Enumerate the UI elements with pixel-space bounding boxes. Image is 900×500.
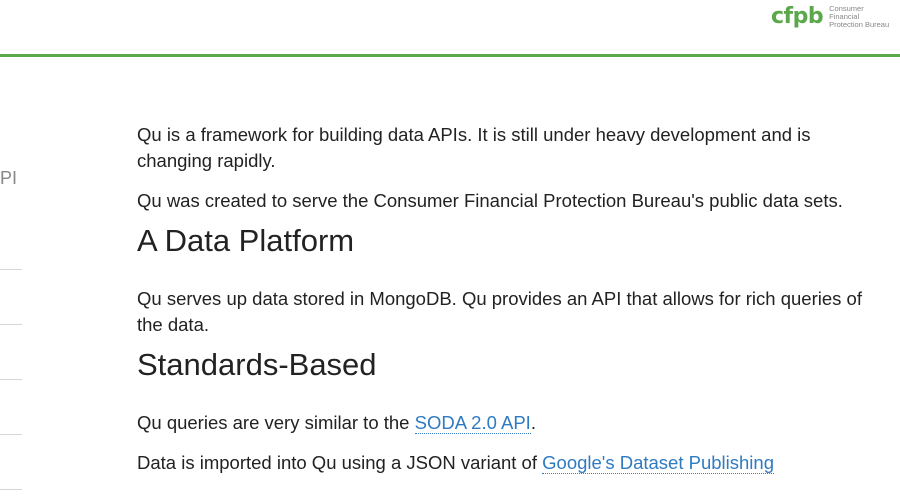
sidebar-divider — [0, 324, 22, 325]
soda-text-prefix: Qu queries are very similar to the — [137, 412, 415, 433]
site-header: cfpb Consumer Financial Protection Burea… — [0, 0, 900, 54]
purpose-paragraph: Qu was created to serve the Consumer Fin… — [137, 190, 843, 211]
soda-api-link[interactable]: SODA 2.0 API — [414, 412, 531, 434]
sidebar-divider — [0, 489, 22, 490]
header-divider — [0, 54, 900, 57]
sidebar-divider — [0, 379, 22, 380]
intro-paragraph: Qu is a framework for building data APIs… — [137, 124, 811, 171]
logo-mark: cfpb — [771, 4, 824, 29]
section-heading-standards: Standards-Based — [137, 347, 377, 382]
dataset-publishing-link[interactable]: Google's Dataset Publishing — [542, 452, 774, 474]
dspl-text-prefix: Data is imported into Qu using a JSON va… — [137, 452, 543, 473]
sidebar-divider — [0, 269, 22, 270]
logo-text: Consumer Financial Protection Bureau — [829, 5, 895, 29]
dspl-paragraph: Data is imported into Qu using a JSON va… — [137, 450, 889, 476]
logo-name-line1: Consumer Financial — [829, 4, 864, 21]
section-heading-data-platform: A Data Platform — [137, 223, 355, 258]
sidebar-item-fragment[interactable]: PI — [0, 168, 17, 189]
sidebar-divider — [0, 434, 22, 435]
data-platform-paragraph: Qu serves up data stored in MongoDB. Qu … — [137, 288, 862, 335]
logo-name-line2: Protection Bureau — [829, 20, 890, 29]
cfpb-logo[interactable]: cfpb Consumer Financial Protection Burea… — [771, 3, 895, 31]
soda-text-suffix: . — [530, 412, 536, 433]
soda-paragraph: Qu queries are very similar to the SODA … — [137, 410, 889, 436]
main-content: Qu is a framework for building data APIs… — [137, 122, 889, 476]
sidebar-nav: PI — [0, 57, 22, 500]
